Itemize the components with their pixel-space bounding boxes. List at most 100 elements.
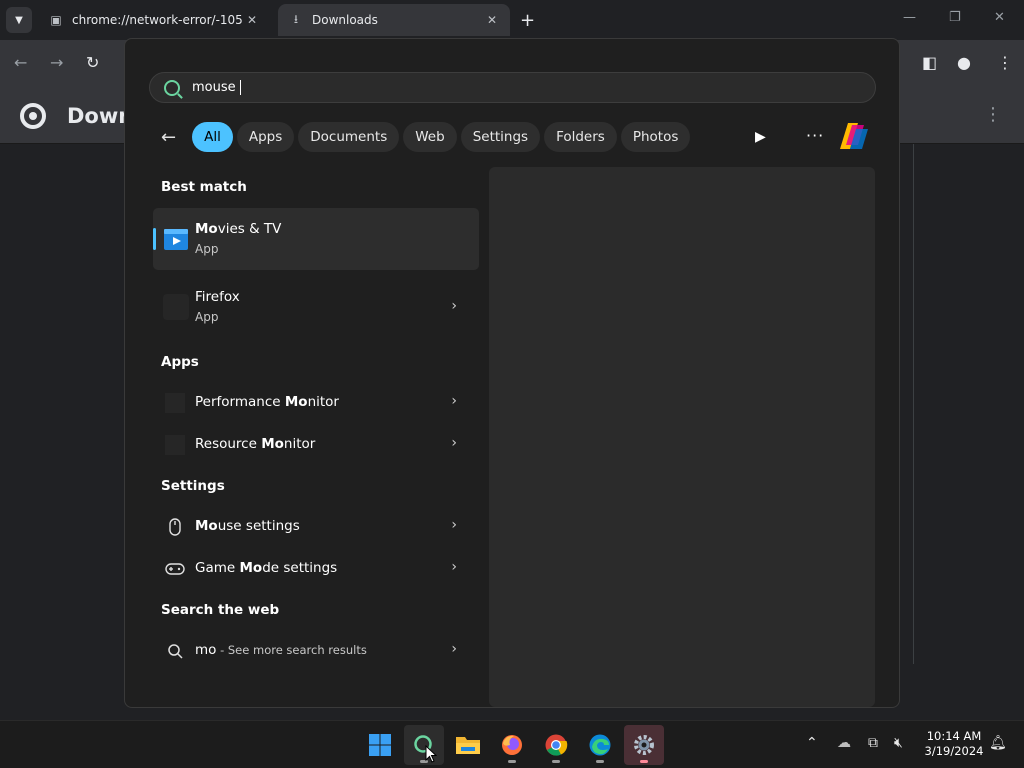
resource-monitor-icon <box>165 435 185 455</box>
best-match-heading: Best match <box>161 179 247 195</box>
result-title: Firefox <box>195 289 240 305</box>
filter-settings[interactable]: Settings <box>460 122 541 152</box>
settings-heading: Settings <box>161 478 225 494</box>
copilot-icon[interactable] <box>838 121 870 151</box>
running-indicator <box>508 760 516 763</box>
running-indicator <box>596 760 604 763</box>
result-title: mo - See more search results <box>195 642 367 658</box>
result-resource-monitor[interactable]: Resource Monitor › <box>153 425 479 463</box>
result-movies-tv[interactable]: Movies & TV App <box>153 208 479 270</box>
result-title: Game Mode settings <box>195 560 338 576</box>
chevron-down-icon: ▼ <box>15 14 23 26</box>
restore-icon[interactable]: ❐ <box>949 10 961 25</box>
firefox-icon <box>502 735 522 755</box>
running-indicator <box>640 760 648 763</box>
result-game-mode-settings[interactable]: Game Mode settings › <box>153 549 479 587</box>
filter-apps[interactable]: Apps <box>236 122 295 152</box>
onedrive-icon[interactable]: ☁ <box>837 735 851 751</box>
close-window-icon[interactable]: ✕ <box>994 10 1005 25</box>
clock-time: 10:14 AM <box>926 729 982 743</box>
chevron-right-icon[interactable]: › <box>451 298 457 314</box>
start-button[interactable] <box>360 725 400 765</box>
volume-muted-icon[interactable]: 🔇︎ <box>894 735 903 751</box>
system-clock[interactable]: 10:14 AM 3/19/2024 <box>922 729 986 759</box>
preview-pane <box>489 167 875 707</box>
edge-button[interactable] <box>580 725 620 765</box>
chevron-right-icon[interactable]: › <box>451 517 457 533</box>
result-subtitle: App <box>195 242 219 256</box>
folder-icon <box>456 737 480 754</box>
new-tab-button[interactable]: + <box>520 10 535 31</box>
filter-web[interactable]: Web <box>403 122 457 152</box>
chevron-right-icon[interactable]: › <box>451 435 457 451</box>
result-web-search[interactable]: mo - See more search results › <box>153 631 479 669</box>
more-options-icon[interactable]: ··· <box>806 126 824 145</box>
filter-photos[interactable]: Photos <box>620 122 691 152</box>
firefox-icon <box>163 294 189 320</box>
browser-tab-network-error[interactable]: ▣ chrome://network-error/-105 ✕ <box>38 4 270 36</box>
gear-icon <box>634 735 654 755</box>
page-icon: ▣ <box>50 13 62 27</box>
edge-icon <box>589 734 611 756</box>
browser-tabstrip: ▼ ▣ chrome://network-error/-105 ✕ ⭳ Down… <box>0 0 1024 40</box>
performance-monitor-icon <box>165 393 185 413</box>
movies-tv-icon <box>164 229 188 250</box>
chrome-icon <box>545 734 568 756</box>
side-panel-icon[interactable]: ◧ <box>922 53 937 72</box>
filter-folders[interactable]: Folders <box>544 122 617 152</box>
firefox-button[interactable] <box>492 725 532 765</box>
result-title: Performance Monitor <box>195 394 339 410</box>
profile-icon[interactable]: ● <box>957 53 971 72</box>
search-input[interactable] <box>192 80 792 95</box>
result-title: Resource Monitor <box>195 436 316 452</box>
browser-tab-downloads[interactable]: ⭳ Downloads ✕ <box>278 4 510 36</box>
result-title: Mouse settings <box>195 518 300 534</box>
tab-title: chrome://network-error/-105 <box>72 13 242 27</box>
notification-bell-icon[interactable]: 🔔︎ <box>989 735 1007 751</box>
tab-search-button[interactable]: ▼ <box>6 7 32 33</box>
search-button[interactable] <box>404 725 444 765</box>
network-icon[interactable]: ⧉ <box>868 735 878 751</box>
search-box[interactable] <box>149 72 876 103</box>
page-edge <box>900 144 914 664</box>
search-icon <box>164 79 180 96</box>
close-icon[interactable]: ✕ <box>482 13 502 27</box>
chrome-logo-icon <box>20 103 46 129</box>
result-performance-monitor[interactable]: Performance Monitor › <box>153 383 479 421</box>
reload-icon[interactable]: ↻ <box>86 53 99 72</box>
filter-documents[interactable]: Documents <box>298 122 400 152</box>
windows-search-panel: ← All Apps Documents Web Settings Folder… <box>124 38 900 708</box>
close-icon[interactable]: ✕ <box>242 13 262 27</box>
gamepad-icon <box>165 563 185 575</box>
download-icon: ⭳ <box>293 11 299 26</box>
mouse-cursor-icon <box>425 745 437 763</box>
filter-bar: ← All Apps Documents Web Settings Folder… <box>161 121 694 153</box>
minimize-icon[interactable]: — <box>903 10 916 25</box>
result-subtitle: App <box>195 310 219 324</box>
kebab-menu-icon[interactable]: ⋮ <box>997 53 1013 72</box>
search-icon <box>168 644 183 659</box>
settings-button[interactable] <box>624 725 664 765</box>
text-caret <box>239 80 241 95</box>
apps-heading: Apps <box>161 354 199 370</box>
windows-logo-icon <box>369 734 391 756</box>
chevron-up-icon[interactable]: ⌃ <box>806 735 818 751</box>
mouse-icon <box>169 518 181 536</box>
chevron-right-icon[interactable]: › <box>451 641 457 657</box>
clock-date: 3/19/2024 <box>924 744 984 758</box>
forward-icon[interactable]: → <box>50 53 63 72</box>
chevron-right-icon[interactable]: › <box>451 393 457 409</box>
file-explorer-button[interactable] <box>448 725 488 765</box>
back-arrow-icon[interactable]: ← <box>161 127 176 148</box>
running-indicator <box>552 760 560 763</box>
back-icon[interactable]: ← <box>14 53 27 72</box>
filter-all[interactable]: All <box>192 122 233 152</box>
chevron-right-icon[interactable]: › <box>451 559 457 575</box>
result-firefox[interactable]: Firefox App › <box>153 276 479 338</box>
tab-title: Downloads <box>312 13 378 27</box>
play-icon[interactable]: ▶ <box>755 129 766 145</box>
kebab-menu-icon[interactable]: ⋮ <box>984 104 1002 125</box>
result-title: Movies & TV <box>195 221 282 237</box>
result-mouse-settings[interactable]: Mouse settings › <box>153 507 479 545</box>
chrome-button[interactable] <box>536 725 576 765</box>
